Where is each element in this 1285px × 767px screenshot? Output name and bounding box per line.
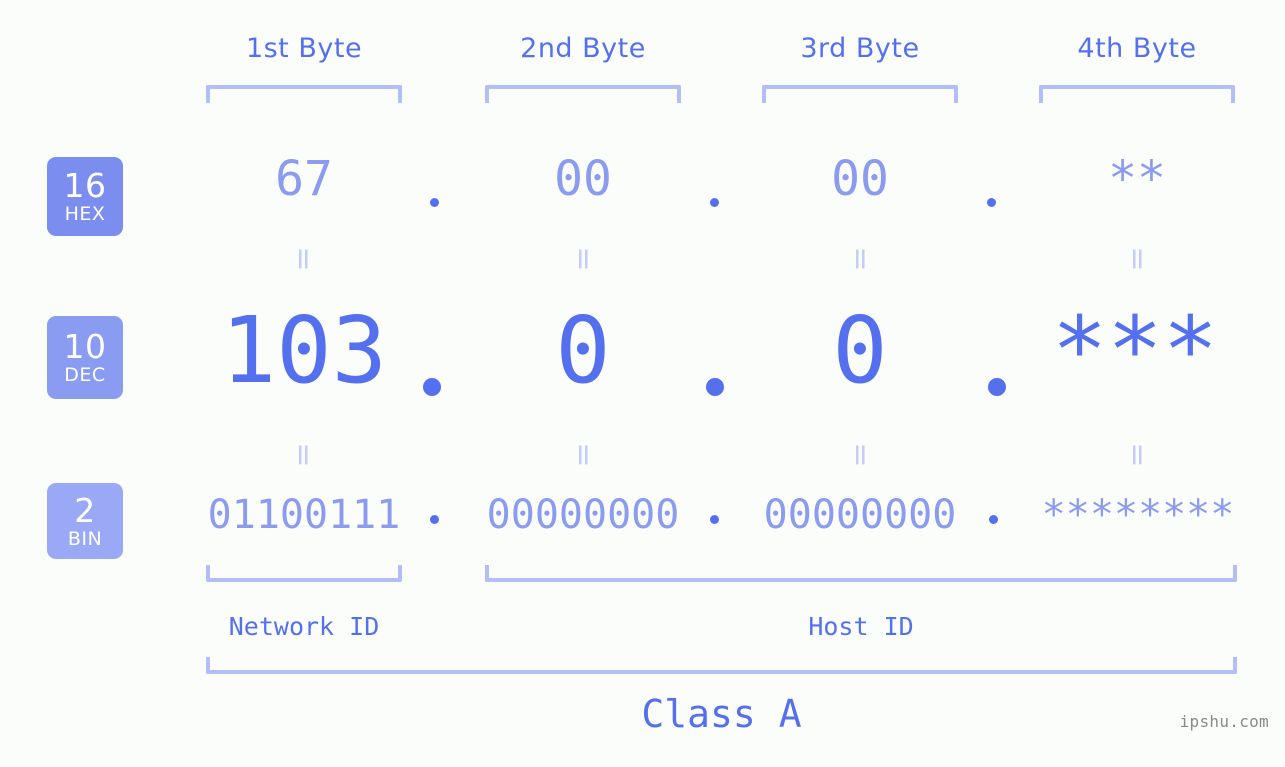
dec-byte-3: 0 [832, 297, 888, 404]
bin-byte-3: 00000000 [763, 492, 957, 538]
class-label: Class A [641, 692, 802, 736]
dec-byte-2: 0 [555, 297, 611, 404]
base-badge-bin-number: 2 [74, 490, 96, 530]
host-id-bracket [485, 565, 1237, 582]
bin-separator-dot-1 [430, 515, 439, 524]
equals-sign-hex-dec-1: = [286, 246, 321, 272]
dec-byte-1: 103 [220, 297, 388, 404]
equals-sign-dec-bin-3: = [843, 442, 878, 468]
hex-separator-dot-3 [987, 198, 996, 207]
byte-header-1: 1st Byte [245, 33, 363, 64]
byte-bracket-2 [485, 85, 681, 103]
base-badge-bin: 2 BIN [47, 483, 123, 559]
host-id-label: Host ID [808, 612, 914, 641]
byte-header-4: 4th Byte [1077, 33, 1197, 64]
byte-header-2: 2nd Byte [520, 33, 646, 64]
bin-byte-1: 01100111 [207, 492, 401, 538]
site-watermark: ipshu.com [1179, 712, 1269, 731]
equals-sign-dec-bin-1: = [286, 442, 321, 468]
class-bracket [206, 657, 1237, 674]
byte-bracket-4 [1039, 85, 1235, 103]
dec-byte-4: *** [1051, 297, 1219, 404]
bin-byte-4: ******** [1041, 492, 1235, 538]
base-badge-hex-name: HEX [64, 203, 106, 225]
base-badge-hex: 16 HEX [47, 157, 123, 236]
base-badge-hex-number: 16 [63, 166, 107, 205]
base-badge-dec: 10 DEC [47, 316, 123, 399]
bin-separator-dot-2 [710, 515, 719, 524]
byte-bracket-3 [762, 85, 958, 103]
hex-separator-dot-2 [710, 198, 719, 207]
hex-byte-3: 00 [831, 151, 889, 207]
equals-sign-hex-dec-2: = [566, 246, 601, 272]
equals-sign-hex-dec-4: = [1120, 246, 1155, 272]
dec-separator-dot-3 [988, 378, 1006, 396]
base-badge-dec-name: DEC [64, 364, 106, 386]
equals-sign-dec-bin-4: = [1120, 442, 1155, 468]
equals-sign-hex-dec-3: = [843, 246, 878, 272]
byte-header-3: 3rd Byte [800, 33, 920, 64]
dec-separator-dot-1 [423, 378, 441, 396]
network-id-label: Network ID [228, 612, 380, 641]
base-badge-bin-name: BIN [67, 527, 103, 550]
equals-sign-dec-bin-2: = [566, 442, 601, 468]
dec-separator-dot-2 [706, 378, 724, 396]
hex-byte-1: 67 [275, 151, 333, 207]
hex-byte-4: ** [1108, 151, 1166, 207]
hex-separator-dot-1 [430, 198, 439, 207]
ip-address-breakdown-diagram: 1st Byte 2nd Byte 3rd Byte 4th Byte 16 H… [0, 0, 1285, 767]
hex-byte-2: 00 [554, 151, 612, 207]
network-id-bracket [206, 565, 402, 582]
byte-bracket-1 [206, 85, 402, 103]
base-badge-dec-number: 10 [63, 327, 107, 366]
bin-separator-dot-3 [989, 515, 998, 524]
bin-byte-2: 00000000 [486, 492, 680, 538]
